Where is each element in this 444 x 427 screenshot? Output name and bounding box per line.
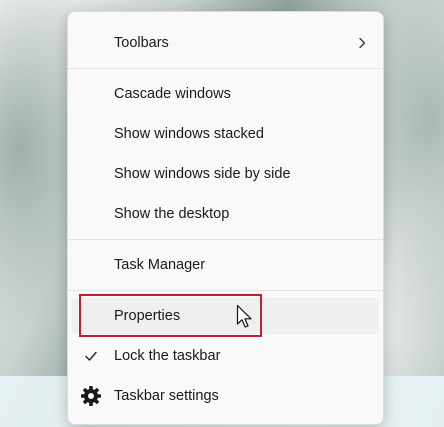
checkmark-icon [85,351,97,361]
taskbar-context-menu: Toolbars Cascade windows Show windows st… [67,11,384,425]
menu-item-taskbar-settings[interactable]: Taskbar settings [72,378,379,414]
gear-icon [81,386,101,406]
annotation-highlight-box [79,294,262,337]
menu-item-show-windows-stacked[interactable]: Show windows stacked [72,116,379,152]
chevron-right-icon [359,37,366,49]
menu-item-cascade-windows-label: Cascade windows [114,86,231,102]
menu-item-toolbars[interactable]: Toolbars [72,25,379,61]
menu-separator [68,290,383,291]
menu-item-show-windows-side-by-side[interactable]: Show windows side by side [72,156,379,192]
menu-item-lock-the-taskbar[interactable]: Lock the taskbar [72,338,379,374]
menu-item-task-manager-label: Task Manager [114,257,206,273]
menu-item-show-the-desktop-label: Show the desktop [114,206,230,222]
menu-separator [68,68,383,69]
menu-separator [68,239,383,240]
menu-item-show-the-desktop[interactable]: Show the desktop [72,196,379,232]
menu-item-toolbars-label: Toolbars [114,35,169,51]
menu-item-lock-the-taskbar-label: Lock the taskbar [114,348,221,364]
mouse-cursor-icon [236,304,252,328]
menu-item-show-windows-stacked-label: Show windows stacked [114,126,264,142]
menu-item-taskbar-settings-label: Taskbar settings [114,388,219,404]
menu-item-show-windows-side-by-side-label: Show windows side by side [114,166,291,182]
menu-item-task-manager[interactable]: Task Manager [72,247,379,283]
menu-item-cascade-windows[interactable]: Cascade windows [72,76,379,112]
